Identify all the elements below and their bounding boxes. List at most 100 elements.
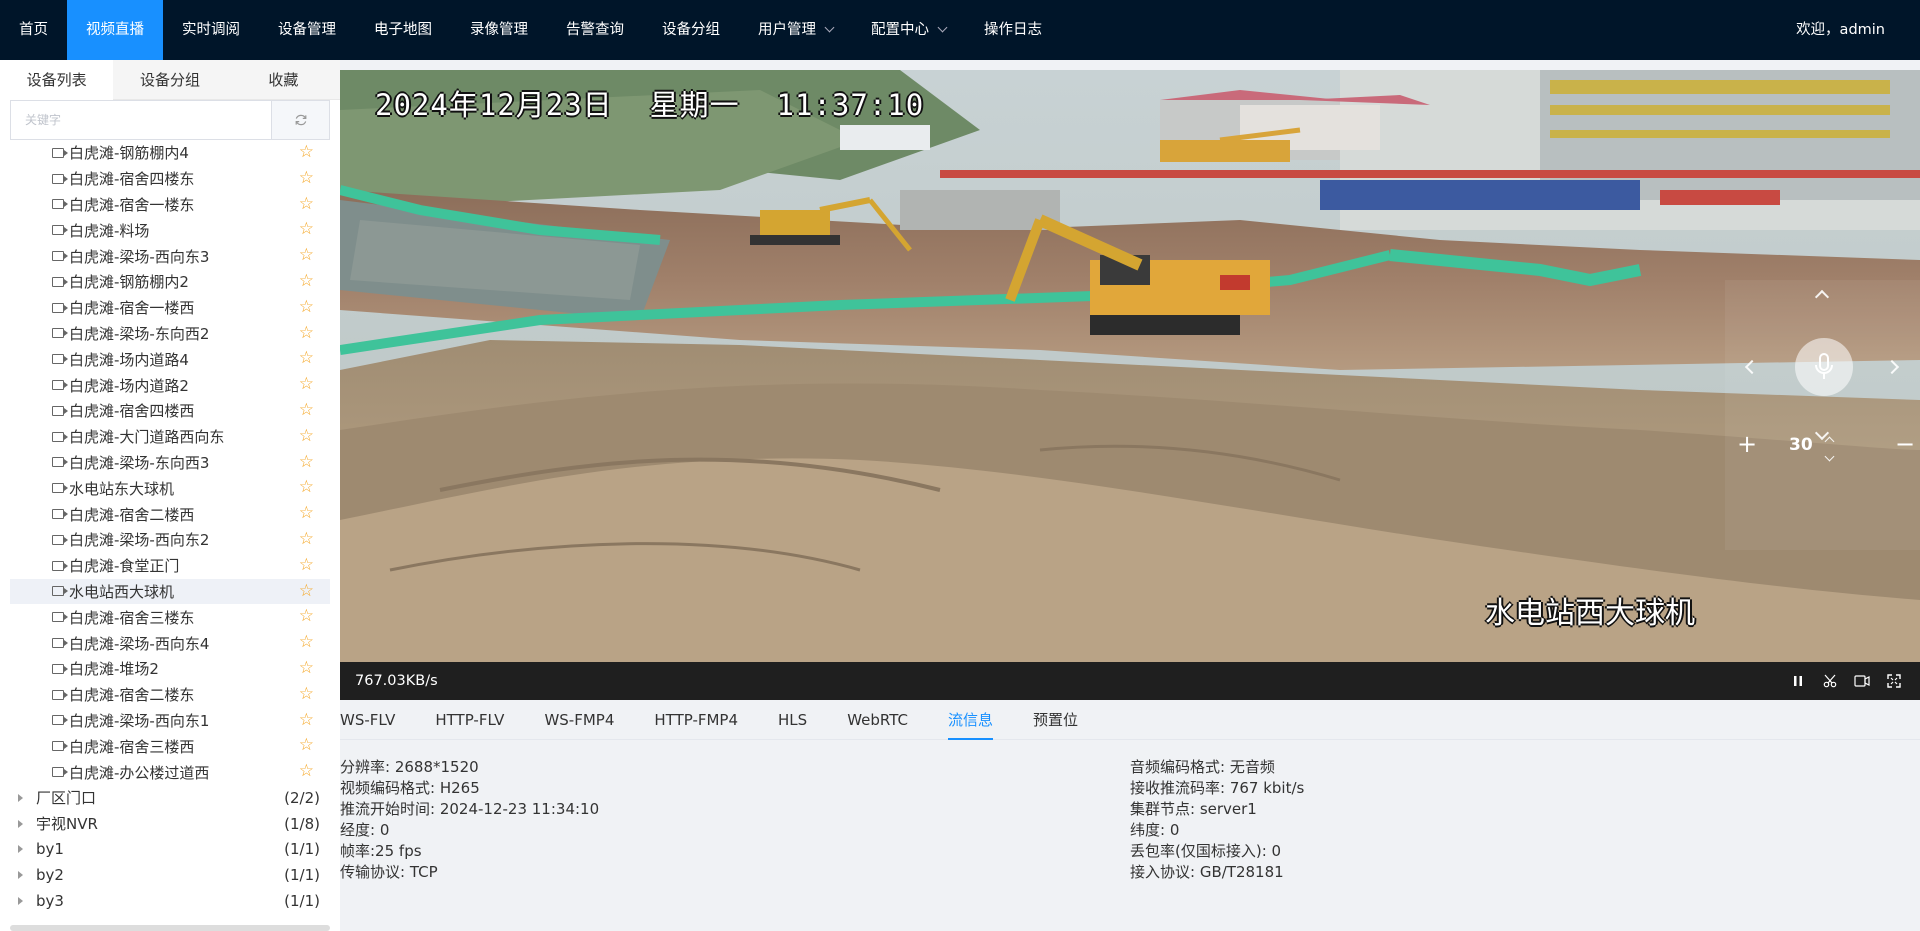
- nav-config-center[interactable]: 配置中心: [852, 0, 965, 60]
- nav-live-video[interactable]: 视频直播: [67, 0, 163, 60]
- favorite-star-icon[interactable]: ☆: [299, 247, 314, 264]
- device-tree-item[interactable]: 白虎滩-宿舍二楼西 ☆: [10, 501, 330, 527]
- device-tree-item[interactable]: 白虎滩-料场 ☆: [10, 217, 330, 243]
- tab-webrtc[interactable]: WebRTC: [827, 700, 928, 739]
- fullscreen-icon[interactable]: [1886, 673, 1902, 689]
- caret-right-icon[interactable]: [18, 897, 23, 905]
- device-tree-item[interactable]: 白虎滩-梁场-西向东3 ☆: [10, 243, 330, 269]
- favorite-star-icon[interactable]: ☆: [299, 608, 314, 625]
- tab-device-list[interactable]: 设备列表: [0, 60, 114, 100]
- tab-hls[interactable]: HLS: [758, 700, 827, 739]
- group-tree-item[interactable]: 宇视NVR (1/8): [10, 811, 330, 837]
- device-tree-item[interactable]: 白虎滩-梁场-东向西2 ☆: [10, 321, 330, 347]
- favorite-star-icon[interactable]: ☆: [299, 453, 314, 471]
- device-tree-item[interactable]: 白虎滩-梁场-东向西3 ☆: [10, 450, 330, 476]
- favorite-star-icon[interactable]: ☆: [299, 530, 314, 548]
- nav-operation-log[interactable]: 操作日志: [965, 0, 1061, 60]
- ptz-up-icon[interactable]: [1814, 289, 1830, 305]
- favorite-star-icon[interactable]: ☆: [299, 144, 314, 161]
- device-tree-item[interactable]: 白虎滩-梁场-西向东4 ☆: [10, 630, 330, 656]
- device-tree-item[interactable]: 白虎滩-宿舍四楼东 ☆: [10, 166, 330, 192]
- group-tree-item[interactable]: by1 (1/1): [10, 837, 330, 863]
- device-tree-item[interactable]: 白虎滩-梁场-西向东2 ☆: [10, 527, 330, 553]
- microphone-button[interactable]: [1795, 338, 1853, 396]
- caret-right-icon[interactable]: [18, 845, 23, 854]
- group-tree-item[interactable]: by3 (1/1): [10, 888, 330, 914]
- device-tree-item[interactable]: 白虎滩-宿舍三楼东 ☆: [10, 604, 330, 630]
- favorite-star-icon[interactable]: ☆: [299, 763, 314, 780]
- nav-user-management[interactable]: 用户管理: [739, 0, 852, 60]
- nav-device-management[interactable]: 设备管理: [259, 0, 355, 60]
- favorite-star-icon[interactable]: ☆: [299, 376, 314, 393]
- device-tree-item[interactable]: 白虎滩-堆场2 ☆: [10, 656, 330, 682]
- tab-preset[interactable]: 预置位: [1013, 700, 1098, 739]
- favorite-star-icon[interactable]: ☆: [299, 505, 314, 522]
- tab-ws-fmp4[interactable]: WS-FMP4: [524, 700, 634, 739]
- favorite-star-icon[interactable]: ☆: [299, 221, 314, 238]
- tab-http-fmp4[interactable]: HTTP-FMP4: [634, 700, 758, 739]
- favorite-star-icon[interactable]: ☆: [299, 401, 314, 419]
- search-input[interactable]: [11, 101, 271, 139]
- favorite-star-icon[interactable]: ☆: [299, 272, 314, 290]
- caret-right-icon[interactable]: [18, 819, 23, 828]
- video-player[interactable]: 2024年12月23日 星期一 11:37:10 水电站西大球机 + 30 −: [340, 70, 1920, 662]
- device-tree-item[interactable]: 白虎滩-食堂正门 ☆: [10, 553, 330, 579]
- device-tree-item[interactable]: 白虎滩-宿舍一楼西 ☆: [10, 295, 330, 321]
- nav-recording-management[interactable]: 录像管理: [451, 0, 547, 60]
- caret-right-icon[interactable]: [18, 871, 23, 880]
- pause-icon[interactable]: [1790, 673, 1806, 689]
- nav-realtime-view[interactable]: 实时调阅: [163, 0, 259, 60]
- nav-e-map[interactable]: 电子地图: [355, 0, 451, 60]
- device-tree-item[interactable]: 白虎滩-钢筋棚内4 ☆: [10, 140, 330, 166]
- favorite-star-icon[interactable]: ☆: [299, 169, 314, 187]
- ptz-left-icon[interactable]: [1744, 359, 1760, 375]
- device-tree-item[interactable]: 水电站东大球机 ☆: [10, 475, 330, 501]
- tab-stream-info[interactable]: 流信息: [928, 700, 1013, 740]
- device-tree-item[interactable]: 白虎滩-宿舍四楼西 ☆: [10, 398, 330, 424]
- favorite-star-icon[interactable]: ☆: [299, 350, 314, 367]
- device-tree-item[interactable]: 白虎滩-钢筋棚内2 ☆: [10, 269, 330, 295]
- refresh-button[interactable]: [271, 101, 329, 139]
- device-tree-item[interactable]: 白虎滩-梁场-西向东1 ☆: [10, 708, 330, 734]
- favorite-star-icon[interactable]: ☆: [299, 324, 314, 342]
- favorite-star-icon[interactable]: ☆: [299, 711, 314, 729]
- zoom-out-icon[interactable]: −: [1895, 430, 1915, 458]
- device-tree-item[interactable]: 白虎滩-宿舍三楼西 ☆: [10, 733, 330, 759]
- caret-right-icon[interactable]: [18, 793, 23, 802]
- ptz-right-icon[interactable]: [1884, 359, 1900, 375]
- favorite-star-icon[interactable]: ☆: [299, 634, 314, 651]
- device-tree-item[interactable]: 白虎滩-宿舍二楼东 ☆: [10, 682, 330, 708]
- favorite-star-icon[interactable]: ☆: [299, 685, 314, 703]
- favorite-star-icon[interactable]: ☆: [299, 737, 314, 754]
- welcome-user[interactable]: 欢迎，admin: [1796, 0, 1885, 60]
- device-tree-item[interactable]: 白虎滩-办公楼过道西 ☆: [10, 759, 330, 785]
- group-tree-item[interactable]: 厂区门口 (2/2): [10, 785, 330, 811]
- device-tree-item[interactable]: 白虎滩-场内道路4 ☆: [10, 346, 330, 372]
- device-tree-item[interactable]: 水电站西大球机 ☆: [10, 578, 330, 605]
- sidebar-scrollbar[interactable]: [10, 925, 330, 931]
- tab-device-group[interactable]: 设备分组: [113, 60, 227, 100]
- camera-icon: [52, 586, 68, 597]
- speed-up-icon[interactable]: [1824, 436, 1835, 447]
- record-icon[interactable]: [1854, 673, 1870, 689]
- favorite-star-icon[interactable]: ☆: [299, 479, 314, 496]
- favorite-star-icon[interactable]: ☆: [299, 195, 314, 213]
- group-tree-item[interactable]: by2 (1/1): [10, 862, 330, 888]
- screenshot-icon[interactable]: [1822, 673, 1838, 689]
- favorite-star-icon[interactable]: ☆: [299, 427, 314, 445]
- device-tree-item[interactable]: 白虎滩-宿舍一楼东 ☆: [10, 192, 330, 218]
- nav-device-group[interactable]: 设备分组: [643, 0, 739, 60]
- tab-ws-flv[interactable]: WS-FLV: [340, 700, 415, 739]
- device-tree-item[interactable]: 白虎滩-场内道路2 ☆: [10, 372, 330, 398]
- tab-http-flv[interactable]: HTTP-FLV: [415, 700, 524, 739]
- nav-alarm-query[interactable]: 告警查询: [547, 0, 643, 60]
- zoom-in-icon[interactable]: +: [1737, 430, 1757, 458]
- speed-down-icon[interactable]: [1824, 451, 1835, 462]
- device-tree-item[interactable]: 白虎滩-大门道路西向东 ☆: [10, 424, 330, 450]
- tab-favorites[interactable]: 收藏: [226, 60, 340, 100]
- favorite-star-icon[interactable]: ☆: [299, 556, 314, 574]
- favorite-star-icon[interactable]: ☆: [299, 659, 314, 677]
- nav-home[interactable]: 首页: [0, 0, 67, 60]
- favorite-star-icon[interactable]: ☆: [299, 582, 314, 600]
- favorite-star-icon[interactable]: ☆: [299, 298, 314, 316]
